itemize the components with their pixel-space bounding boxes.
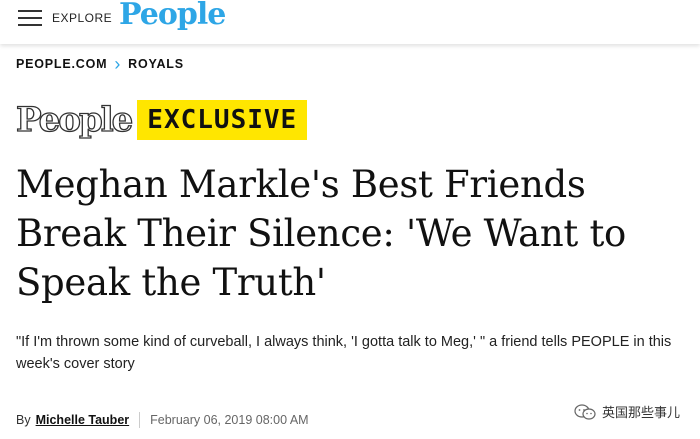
top-nav: EXPLORE People	[0, 0, 700, 44]
breadcrumb: PEOPLE.COM › ROYALS	[16, 54, 184, 74]
publish-date: February 06, 2019 08:00 AM	[150, 413, 309, 427]
breadcrumb-section-link[interactable]: ROYALS	[128, 57, 184, 71]
article-dek: "If I'm thrown some kind of curveball, I…	[16, 334, 672, 372]
watermark: 英国那些事儿	[574, 402, 680, 421]
people-logo[interactable]: People	[119, 0, 226, 32]
author-link[interactable]: Michelle Tauber	[36, 413, 130, 427]
article-headline: Meghan Markle's Best Friends Break Their…	[16, 163, 627, 304]
wechat-icon	[574, 403, 596, 420]
exclusive-banner: People EXCLUSIVE	[15, 99, 308, 141]
explore-link[interactable]: EXPLORE	[52, 11, 112, 25]
byline-divider	[139, 412, 141, 428]
byline-prefix: By	[16, 413, 31, 427]
byline: By Michelle Tauber February 06, 2019 08:…	[16, 412, 309, 428]
watermark-text: 英国那些事儿	[601, 405, 680, 420]
exclusive-badge: EXCLUSIVE	[137, 100, 308, 140]
breadcrumb-site-link[interactable]: PEOPLE.COM	[16, 57, 107, 71]
chevron-right-icon: ›	[114, 54, 122, 74]
menu-icon[interactable]	[18, 10, 42, 28]
people-exclusive-logo: People	[15, 100, 134, 140]
